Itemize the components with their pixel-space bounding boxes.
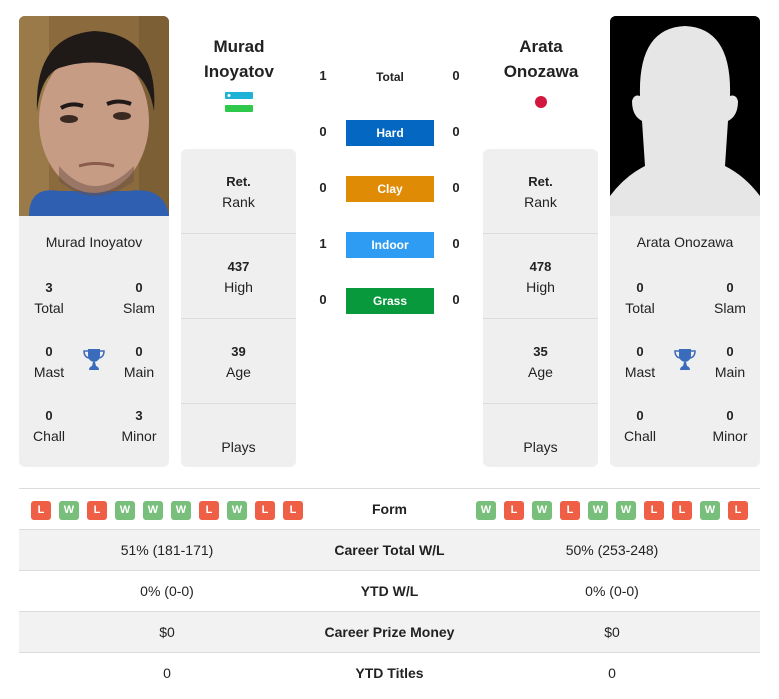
surface-clay-badge[interactable]: Clay xyxy=(346,176,434,202)
form-loss-badge[interactable]: L xyxy=(31,501,51,520)
form-win-badge[interactable]: W xyxy=(143,501,163,520)
player1-minor-titles: 3 Minor xyxy=(121,408,157,444)
h2h-total-label: Total xyxy=(376,70,404,84)
surface-indoor-badge[interactable]: Indoor xyxy=(346,232,434,258)
player1-prize-money: $0 xyxy=(159,624,175,640)
ytd-titles-row: 0 YTD Titles 0 xyxy=(19,652,760,693)
form-win-badge[interactable]: W xyxy=(59,501,79,520)
form-win-badge[interactable]: W xyxy=(476,501,496,520)
form-win-badge[interactable]: W xyxy=(171,501,191,520)
player2-form: WLWLWWLLWL xyxy=(476,501,748,520)
japan-flag-icon xyxy=(535,96,547,108)
uzbekistan-flag-icon xyxy=(225,92,253,112)
h2h-hard-row: 0 Hard 0 xyxy=(310,120,470,146)
surface-grass-badge[interactable]: Grass xyxy=(346,288,434,314)
form-loss-badge[interactable]: L xyxy=(728,501,748,520)
player1-rank-panel: Ret. Rank 437 High 39 Age Plays xyxy=(181,149,296,467)
ytd-wl-row: 0% (0-0) YTD W/L 0% (0-0) xyxy=(19,570,760,611)
career-wl-label: Career Total W/L xyxy=(334,542,445,558)
form-win-badge[interactable]: W xyxy=(588,501,608,520)
form-loss-badge[interactable]: L xyxy=(644,501,664,520)
form-win-badge[interactable]: W xyxy=(616,501,636,520)
player2-titles-card: Arata Onozawa 0 Total 0 Slam 0 Mast 0 Ma… xyxy=(610,216,760,467)
trophy-icon xyxy=(82,347,106,371)
form-row: LWLWWWLWLL Form WLWLWWLLWL xyxy=(19,488,760,529)
player1-photo xyxy=(19,16,169,216)
player1-name[interactable]: Murad Inoyatov xyxy=(179,34,299,84)
player2-main-titles: 0 Main xyxy=(714,344,746,380)
player2-photo-placeholder xyxy=(610,16,760,216)
player1-rank: Ret. Rank xyxy=(181,149,296,234)
form-label: Form xyxy=(372,501,407,517)
player1-high-rank: 437 High xyxy=(181,234,296,319)
player1-form: LWLWWWLWLL xyxy=(31,501,303,520)
form-win-badge[interactable]: W xyxy=(115,501,135,520)
h2h-total-row: 1 Total 0 xyxy=(310,64,470,90)
form-win-badge[interactable]: W xyxy=(700,501,720,520)
player2-slam-titles: 0 Slam xyxy=(714,280,746,316)
player1-age: 39 Age xyxy=(181,319,296,404)
player1-main-titles: 0 Main xyxy=(123,344,155,380)
player2-high-rank: 478 High xyxy=(483,234,598,319)
player1-plays: Plays xyxy=(221,439,256,455)
player2-masters-titles: 0 Mast xyxy=(624,344,656,380)
player1-career-wl: 51% (181-171) xyxy=(120,542,214,558)
player2-challenger-titles: 0 Chall xyxy=(624,408,656,444)
career-wl-row: 51% (181-171) Career Total W/L 50% (253-… xyxy=(19,529,760,570)
form-loss-badge[interactable]: L xyxy=(560,501,580,520)
player2-full-name[interactable]: Arata Onozawa xyxy=(610,234,760,250)
form-loss-badge[interactable]: L xyxy=(199,501,219,520)
player2-total-titles: 0 Total xyxy=(625,280,655,316)
h2h-grass-row: 0 Grass 0 xyxy=(310,288,470,314)
player2-rank: Ret. Rank xyxy=(483,149,598,234)
prize-money-label: Career Prize Money xyxy=(324,624,455,640)
ytd-titles-label: YTD Titles xyxy=(355,665,424,681)
player2-minor-titles: 0 Minor xyxy=(712,408,748,444)
player2-ytd-wl: 0% (0-0) xyxy=(585,583,639,599)
surface-hard-badge[interactable]: Hard xyxy=(346,120,434,146)
form-loss-badge[interactable]: L xyxy=(504,501,524,520)
player1-total-titles: 3 Total xyxy=(34,280,64,316)
comparison-table: LWLWWWLWLL Form WLWLWWLLWL 51% (181-171)… xyxy=(19,488,760,693)
player1-full-name[interactable]: Murad Inoyatov xyxy=(19,234,169,250)
h2h-clay-row: 0 Clay 0 xyxy=(310,176,470,202)
form-win-badge[interactable]: W xyxy=(227,501,247,520)
form-loss-badge[interactable]: L xyxy=(255,501,275,520)
player2-age: 35 Age xyxy=(483,319,598,404)
form-loss-badge[interactable]: L xyxy=(87,501,107,520)
player2-plays: Plays xyxy=(523,439,558,455)
player2-prize-money: $0 xyxy=(604,624,620,640)
player1-titles-card: Murad Inoyatov 3 Total 0 Slam 0 Mast 0 M… xyxy=(19,216,169,467)
player2-ytd-titles: 0 xyxy=(608,665,616,681)
player1-masters-titles: 0 Mast xyxy=(33,344,65,380)
player1-ytd-wl: 0% (0-0) xyxy=(140,583,194,599)
h2h-indoor-row: 1 Indoor 0 xyxy=(310,232,470,258)
player1-ytd-titles: 0 xyxy=(163,665,171,681)
player2-name[interactable]: Arata Onozawa xyxy=(481,34,601,84)
player2-career-wl: 50% (253-248) xyxy=(565,542,659,558)
trophy-icon xyxy=(673,347,697,371)
player1-slam-titles: 0 Slam xyxy=(123,280,155,316)
prize-money-row: $0 Career Prize Money $0 xyxy=(19,611,760,652)
player1-challenger-titles: 0 Chall xyxy=(33,408,65,444)
form-win-badge[interactable]: W xyxy=(532,501,552,520)
ytd-wl-label: YTD W/L xyxy=(360,583,419,599)
form-loss-badge[interactable]: L xyxy=(672,501,692,520)
player2-rank-panel: Ret. Rank 478 High 35 Age Plays xyxy=(483,149,598,467)
form-loss-badge[interactable]: L xyxy=(283,501,303,520)
